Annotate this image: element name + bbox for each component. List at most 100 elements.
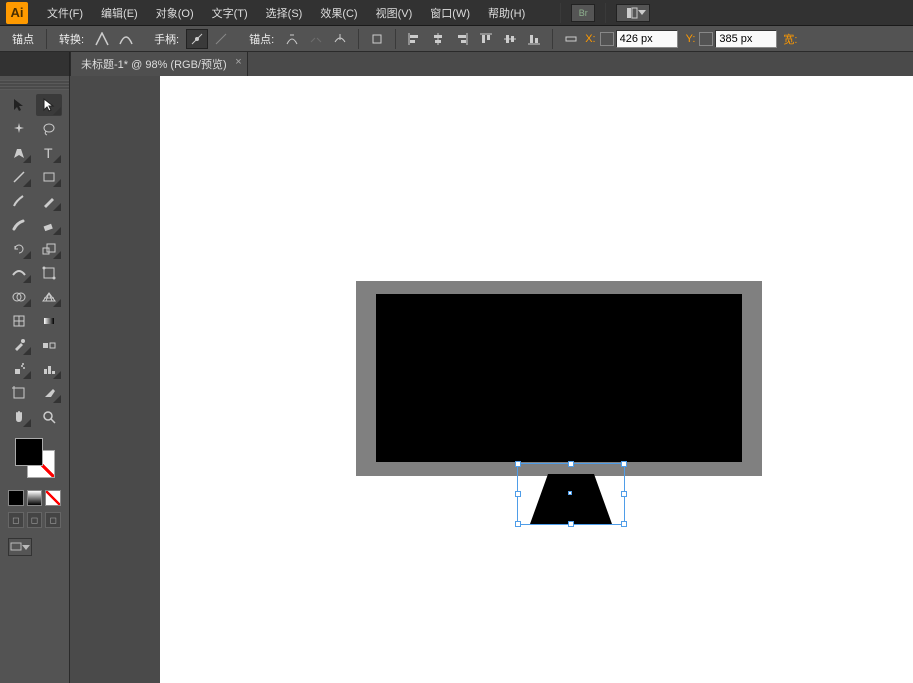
arrange-documents-button[interactable] (616, 4, 650, 22)
selection-handle-mr[interactable] (621, 491, 627, 497)
link-xy-icon[interactable] (600, 32, 614, 46)
paintbrush-tool[interactable] (6, 190, 32, 212)
blend-tool[interactable] (36, 334, 62, 356)
selection-handle-ml[interactable] (515, 491, 521, 497)
transform-button[interactable] (560, 29, 582, 49)
width-tool[interactable] (6, 262, 32, 284)
draw-inside-button[interactable]: ◻ (45, 512, 61, 528)
screen-mode-button[interactable] (8, 538, 32, 556)
hand-tool[interactable] (6, 406, 32, 428)
dropdown-icon (22, 545, 30, 550)
handle-show-button[interactable] (186, 29, 208, 49)
x-input[interactable] (616, 30, 678, 48)
free-transform-tool[interactable] (36, 262, 62, 284)
cut-path-button[interactable] (329, 29, 351, 49)
symbol-sprayer-tool[interactable] (6, 358, 32, 380)
menu-window[interactable]: 窗口(W) (421, 0, 479, 25)
pen-tool[interactable] (6, 142, 32, 164)
document-stage (70, 76, 913, 683)
align-hcenter-button[interactable] (427, 29, 449, 49)
pasteboard-gutter (70, 76, 160, 683)
magic-wand-tool[interactable] (6, 118, 32, 140)
connect-anchor-button[interactable] (305, 29, 327, 49)
menu-bar: Ai 文件(F) 编辑(E) 对象(O) 文字(T) 选择(S) 效果(C) 视… (0, 0, 913, 26)
document-tab-title: 未标题-1* @ 98% (RGB/预览) (81, 59, 227, 71)
blob-brush-tool[interactable] (6, 214, 32, 236)
color-swatch-area (0, 428, 69, 488)
remove-anchor-button[interactable] (281, 29, 303, 49)
column-graph-tool[interactable] (36, 358, 62, 380)
options-bar: 锚点 转换: 手柄: 锚点: X: Y: 宽: (0, 26, 913, 52)
line-tool[interactable] (6, 166, 32, 188)
app-logo: Ai (6, 2, 28, 24)
scale-tool[interactable] (36, 238, 62, 260)
menu-type[interactable]: 文字(T) (203, 0, 257, 25)
gradient-tool[interactable] (36, 310, 62, 332)
menu-view[interactable]: 视图(V) (367, 0, 422, 25)
pencil-tool[interactable] (36, 190, 62, 212)
canvas[interactable] (160, 76, 913, 683)
handle-hide-button[interactable] (210, 29, 232, 49)
link-xy-icon2[interactable] (699, 32, 713, 46)
convert-smooth-button[interactable] (115, 29, 137, 49)
draw-behind-button[interactable]: ◻ (27, 512, 43, 528)
menu-select[interactable]: 选择(S) (257, 0, 312, 25)
toolbox-grip[interactable] (0, 80, 69, 90)
menu-divider (560, 3, 561, 23)
mesh-tool[interactable] (6, 310, 32, 332)
artwork-monitor-screen[interactable] (376, 294, 742, 462)
menu-object[interactable]: 对象(O) (147, 0, 203, 25)
perspective-grid-tool[interactable] (36, 286, 62, 308)
align-right-button[interactable] (451, 29, 473, 49)
screen-icon (10, 542, 22, 552)
rectangle-tool[interactable] (36, 166, 62, 188)
align-top-button[interactable] (475, 29, 497, 49)
anchor2-label: 锚点: (243, 31, 280, 47)
color-mode-none[interactable] (45, 490, 61, 506)
convert-corner-button[interactable] (91, 29, 113, 49)
convert-label: 转换: (53, 31, 90, 47)
y-input[interactable] (715, 30, 777, 48)
menu-help[interactable]: 帮助(H) (479, 0, 534, 25)
document-tab[interactable]: 未标题-1* @ 98% (RGB/预览) × (70, 51, 248, 76)
y-label: Y: (684, 33, 698, 45)
menu-effect[interactable]: 效果(C) (311, 0, 366, 25)
fill-swatch[interactable] (15, 438, 43, 466)
align-bottom-button[interactable] (523, 29, 545, 49)
x-label: X: (583, 33, 597, 45)
selection-handle-br[interactable] (621, 521, 627, 527)
zoom-tool[interactable] (36, 406, 62, 428)
selection-handle-bl[interactable] (515, 521, 521, 527)
menu-divider (605, 3, 606, 23)
toolbox: T (0, 76, 70, 683)
main-area: T (0, 76, 913, 683)
type-tool[interactable]: T (36, 142, 62, 164)
slice-tool[interactable] (36, 382, 62, 404)
document-tab-bar: 未标题-1* @ 98% (RGB/预览) × (0, 52, 913, 76)
menu-file[interactable]: 文件(F) (38, 0, 92, 25)
eyedropper-tool[interactable] (6, 334, 32, 356)
draw-normal-button[interactable]: ◻ (8, 512, 24, 528)
handle-label: 手柄: (148, 31, 185, 47)
shape-builder-tool[interactable] (6, 286, 32, 308)
align-vcenter-button[interactable] (499, 29, 521, 49)
dropdown-icon (638, 10, 646, 15)
color-mode-gradient[interactable] (27, 490, 43, 506)
lasso-tool[interactable] (36, 118, 62, 140)
menu-edit[interactable]: 编辑(E) (92, 0, 147, 25)
anchor-mode-label: 锚点 (6, 31, 40, 47)
isolate-button[interactable] (366, 29, 388, 49)
selection-tool[interactable] (6, 94, 32, 116)
color-mode-solid[interactable] (8, 490, 24, 506)
artboard-tool[interactable] (6, 382, 32, 404)
bridge-button[interactable]: Br (571, 4, 595, 22)
direct-selection-tool[interactable] (36, 94, 62, 116)
eraser-tool[interactable] (36, 214, 62, 236)
rotate-tool[interactable] (6, 238, 32, 260)
svg-text:T: T (44, 145, 53, 161)
panel-tab-stub (0, 52, 70, 76)
width-label: 宽: (777, 31, 797, 47)
align-left-button[interactable] (403, 29, 425, 49)
close-tab-button[interactable]: × (235, 56, 241, 68)
artwork-trapezoid[interactable] (530, 474, 612, 524)
